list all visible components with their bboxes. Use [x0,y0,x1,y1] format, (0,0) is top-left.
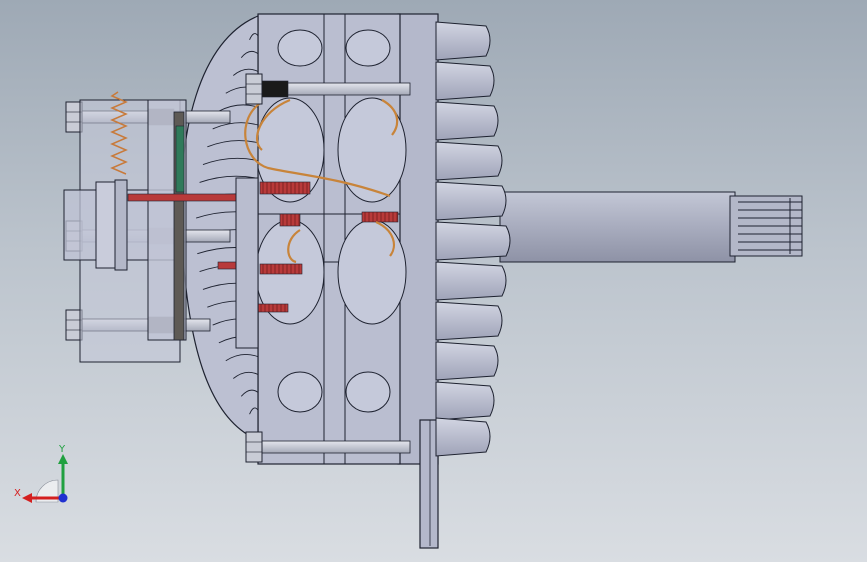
claw-pole-blade [435,381,495,421]
claw-pole-blade [435,221,511,261]
brush-contact [261,80,289,98]
brush-red-upper [127,193,237,202]
bolt-head [245,431,263,463]
claw-pole-blade [435,141,503,181]
orientation-triad: Y X [14,444,68,503]
winding-block [259,263,303,275]
claw-pole-blade [435,181,507,221]
claw-pole-blade [435,417,491,457]
winding-block [361,211,399,223]
rotor-claw-pole-right[interactable] [435,21,511,457]
winding-block [257,303,289,313]
circuit-board [175,125,185,193]
z-axis-indicator [58,493,68,503]
claw-pole-blade [435,61,495,101]
winding-block [259,181,311,195]
y-axis-arrowhead [58,454,68,464]
claw-pole-blade [435,21,491,61]
bolt-head [245,73,263,105]
claw-pole-blade [435,301,503,341]
winding-block [279,213,301,227]
claw-pole-blade [435,261,507,301]
claw-pole-blade [435,101,499,141]
output-shaft[interactable] [499,191,803,263]
claw-pole-blade [435,341,499,381]
alternator-assembly-model[interactable] [0,0,867,562]
x-axis-label: X [14,488,21,499]
graphics-viewport[interactable]: Y X [0,0,867,562]
y-axis-label: Y [58,444,66,455]
x-axis-arrowhead [22,493,32,503]
